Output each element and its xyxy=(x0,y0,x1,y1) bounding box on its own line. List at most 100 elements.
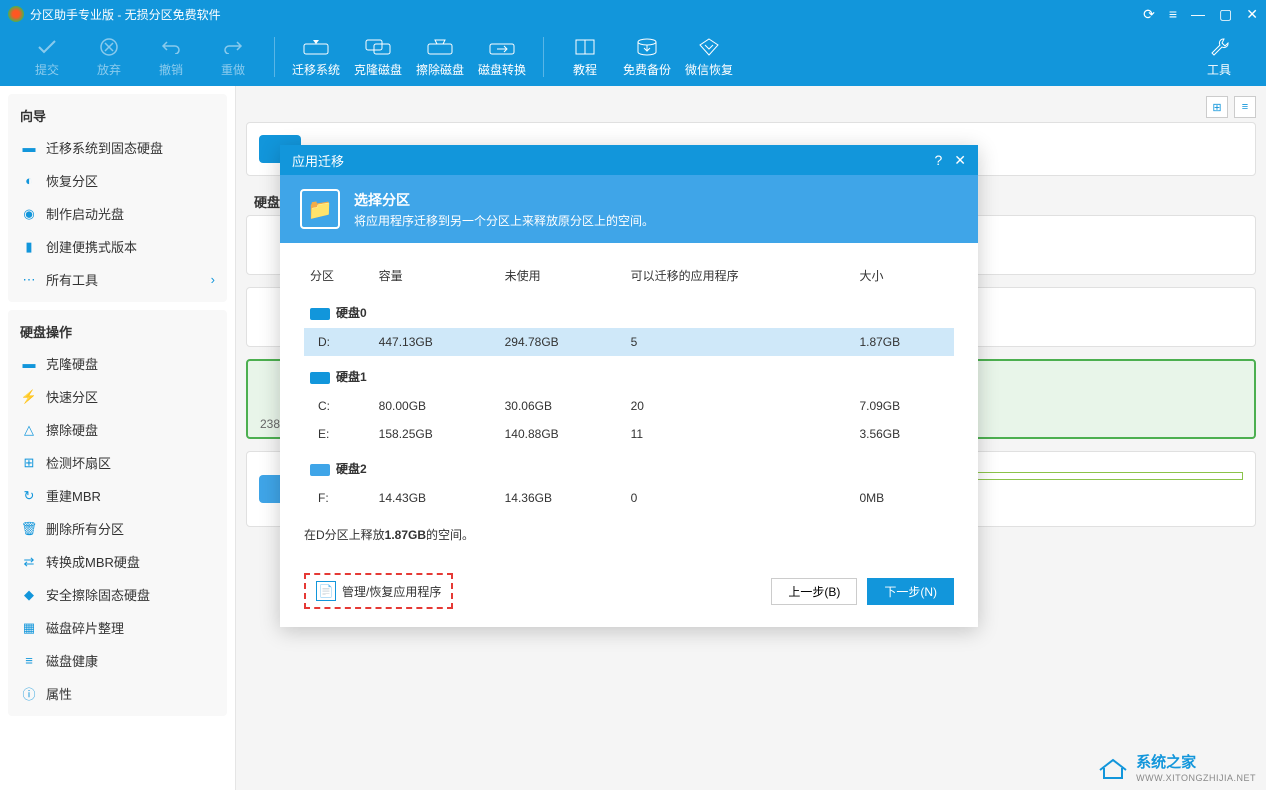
sidebar-item-defrag[interactable]: ▦磁盘碎片整理 xyxy=(8,611,227,644)
partition-row[interactable]: C:80.00GB30.06GB207.09GB xyxy=(304,392,954,420)
toolbar: 提交 放弃 撤销 重做 迁移系统 克隆磁盘 擦除磁盘 磁盘转换 教程 免费备份 … xyxy=(0,28,1266,86)
backup-button[interactable]: 免费备份 xyxy=(616,29,678,85)
scan-icon: ⊞ xyxy=(20,454,38,472)
col-unused: 未使用 xyxy=(499,259,625,292)
dialog-header-sub: 将应用程序迁移到另一个分区上来释放原分区上的空间。 xyxy=(354,212,654,229)
wipe-icon xyxy=(427,37,453,57)
rebuild-icon: ↻ xyxy=(20,487,38,505)
menu-icon[interactable]: ≡ xyxy=(1169,6,1177,23)
partition-row[interactable]: D:447.13GB294.78GB51.87GB xyxy=(304,328,954,356)
maximize-icon[interactable]: ▢ xyxy=(1219,6,1232,23)
wizard-section-title: 向导 xyxy=(8,100,227,131)
convert-icon xyxy=(489,37,515,57)
view-grid-button[interactable]: ⊞ xyxy=(1206,96,1228,118)
sidebar-item-convert-mbr[interactable]: ⇄转换成MBR硬盘 xyxy=(8,545,227,578)
tutorial-button[interactable]: 教程 xyxy=(554,29,616,85)
cancel-icon xyxy=(96,37,122,57)
sidebar-item-bad-sector[interactable]: ⊞检测坏扇区 xyxy=(8,446,227,479)
bolt-icon: ⚡ xyxy=(20,388,38,406)
wipe-disk-button[interactable]: 擦除磁盘 xyxy=(409,29,471,85)
sidebar-item-migrate-ssd[interactable]: ▬迁移系统到固态硬盘 xyxy=(8,131,227,164)
next-button[interactable]: 下一步(N) xyxy=(867,578,954,605)
clone-icon: ▬ xyxy=(20,355,38,373)
migrate-os-button[interactable]: 迁移系统 xyxy=(285,29,347,85)
prev-button[interactable]: 上一步(B) xyxy=(771,578,857,605)
sidebar-item-clone-disk[interactable]: ▬克隆硬盘 xyxy=(8,347,227,380)
refresh-icon[interactable]: ⟳ xyxy=(1143,6,1155,23)
dialog-close-icon[interactable]: ✕ xyxy=(954,152,966,169)
sidebar-item-delete-all[interactable]: 🗑删除所有分区 xyxy=(8,512,227,545)
more-icon: ⋯ xyxy=(20,271,38,289)
watermark: 系统之家 WWW.XITONGZHIJIA.NET xyxy=(1096,751,1256,784)
disk-icon xyxy=(310,464,330,476)
shield-icon: ◆ xyxy=(20,586,38,604)
pie-icon: ◐ xyxy=(20,172,38,190)
help-icon[interactable]: ? xyxy=(934,152,942,168)
usb-icon: ▮ xyxy=(20,238,38,256)
sidebar-item-wipe-disk[interactable]: △擦除硬盘 xyxy=(8,413,227,446)
wechat-recovery-button[interactable]: 微信恢复 xyxy=(678,29,740,85)
defrag-icon: ▦ xyxy=(20,619,38,637)
sidebar: 向导 ▬迁移系统到固态硬盘 ◐恢复分区 ◉制作启动光盘 ▮创建便携式版本 ⋯所有… xyxy=(0,86,236,790)
undo-icon xyxy=(158,37,184,57)
app-migration-dialog: 应用迁移 ? ✕ 📁 选择分区 将应用程序迁移到另一个分区上来释放原分区上的空间… xyxy=(280,145,978,627)
trash-icon: 🗑 xyxy=(20,520,38,538)
commit-button[interactable]: 提交 xyxy=(16,29,78,85)
minimize-icon[interactable]: ― xyxy=(1191,6,1205,23)
document-icon: 📄 xyxy=(316,581,336,601)
tools-button[interactable]: 工具 xyxy=(1188,29,1250,85)
manage-restore-apps-link[interactable]: 📄 管理/恢复应用程序 xyxy=(304,573,453,609)
check-icon xyxy=(34,37,60,57)
sidebar-item-bootable-disc[interactable]: ◉制作启动光盘 xyxy=(8,197,227,230)
clone-disk-button[interactable]: 克隆磁盘 xyxy=(347,29,409,85)
partition-row[interactable]: E:158.25GB140.88GB113.56GB xyxy=(304,420,954,448)
col-apps: 可以迁移的应用程序 xyxy=(625,259,854,292)
window-title: 分区助手专业版 - 无损分区免费软件 xyxy=(30,6,1143,23)
health-icon: ≡ xyxy=(20,652,38,670)
close-icon[interactable]: ✕ xyxy=(1246,6,1258,23)
wechat-icon xyxy=(696,37,722,57)
eraser-icon: △ xyxy=(20,421,38,439)
col-size: 大小 xyxy=(853,259,954,292)
disk-group-row: 硬盘2 xyxy=(304,448,954,484)
house-icon xyxy=(1096,756,1130,780)
disk-group-row: 硬盘0 xyxy=(304,292,954,328)
swap-icon: ⇄ xyxy=(20,553,38,571)
disk-section-title: 硬盘操作 xyxy=(8,316,227,347)
col-partition: 分区 xyxy=(304,259,373,292)
migrate-icon xyxy=(303,37,329,57)
disk-group-row: 硬盘1 xyxy=(304,356,954,392)
sidebar-item-disk-health[interactable]: ≡磁盘健康 xyxy=(8,644,227,677)
wrench-icon xyxy=(1206,37,1232,57)
col-capacity: 容量 xyxy=(373,259,499,292)
sidebar-item-portable[interactable]: ▮创建便携式版本 xyxy=(8,230,227,263)
partition-table: 分区 容量 未使用 可以迁移的应用程序 大小 硬盘0D:447.13GB294.… xyxy=(304,259,954,512)
folder-arrow-icon: 📁 xyxy=(300,189,340,229)
sidebar-item-properties[interactable]: ⓘ属性 xyxy=(8,677,227,710)
disc-icon: ◉ xyxy=(20,205,38,223)
view-list-button[interactable]: ≡ xyxy=(1234,96,1256,118)
sidebar-item-all-tools[interactable]: ⋯所有工具› xyxy=(8,263,227,296)
sidebar-item-quick-partition[interactable]: ⚡快速分区 xyxy=(8,380,227,413)
partition-row[interactable]: F:14.43GB14.36GB00MB xyxy=(304,484,954,512)
sidebar-item-rebuild-mbr[interactable]: ↻重建MBR xyxy=(8,479,227,512)
disk-icon xyxy=(310,308,330,320)
summary-text: 在D分区上释放1.87GB的空间。 xyxy=(304,512,954,547)
discard-button[interactable]: 放弃 xyxy=(78,29,140,85)
book-icon xyxy=(572,37,598,57)
sidebar-item-recover-partition[interactable]: ◐恢复分区 xyxy=(8,164,227,197)
sidebar-item-secure-erase[interactable]: ◆安全擦除固态硬盘 xyxy=(8,578,227,611)
backup-icon xyxy=(634,37,660,57)
chevron-right-icon: › xyxy=(211,272,215,287)
redo-button[interactable]: 重做 xyxy=(202,29,264,85)
dialog-header-title: 选择分区 xyxy=(354,190,654,210)
app-logo-icon xyxy=(8,6,24,22)
clone-icon xyxy=(365,37,391,57)
redo-icon xyxy=(220,37,246,57)
ssd-icon: ▬ xyxy=(20,139,38,157)
undo-button[interactable]: 撤销 xyxy=(140,29,202,85)
titlebar: 分区助手专业版 - 无损分区免费软件 ⟳ ≡ ― ▢ ✕ xyxy=(0,0,1266,28)
info-icon: ⓘ xyxy=(20,685,38,703)
disk-convert-button[interactable]: 磁盘转换 xyxy=(471,29,533,85)
dialog-title: 应用迁移 xyxy=(292,151,922,170)
